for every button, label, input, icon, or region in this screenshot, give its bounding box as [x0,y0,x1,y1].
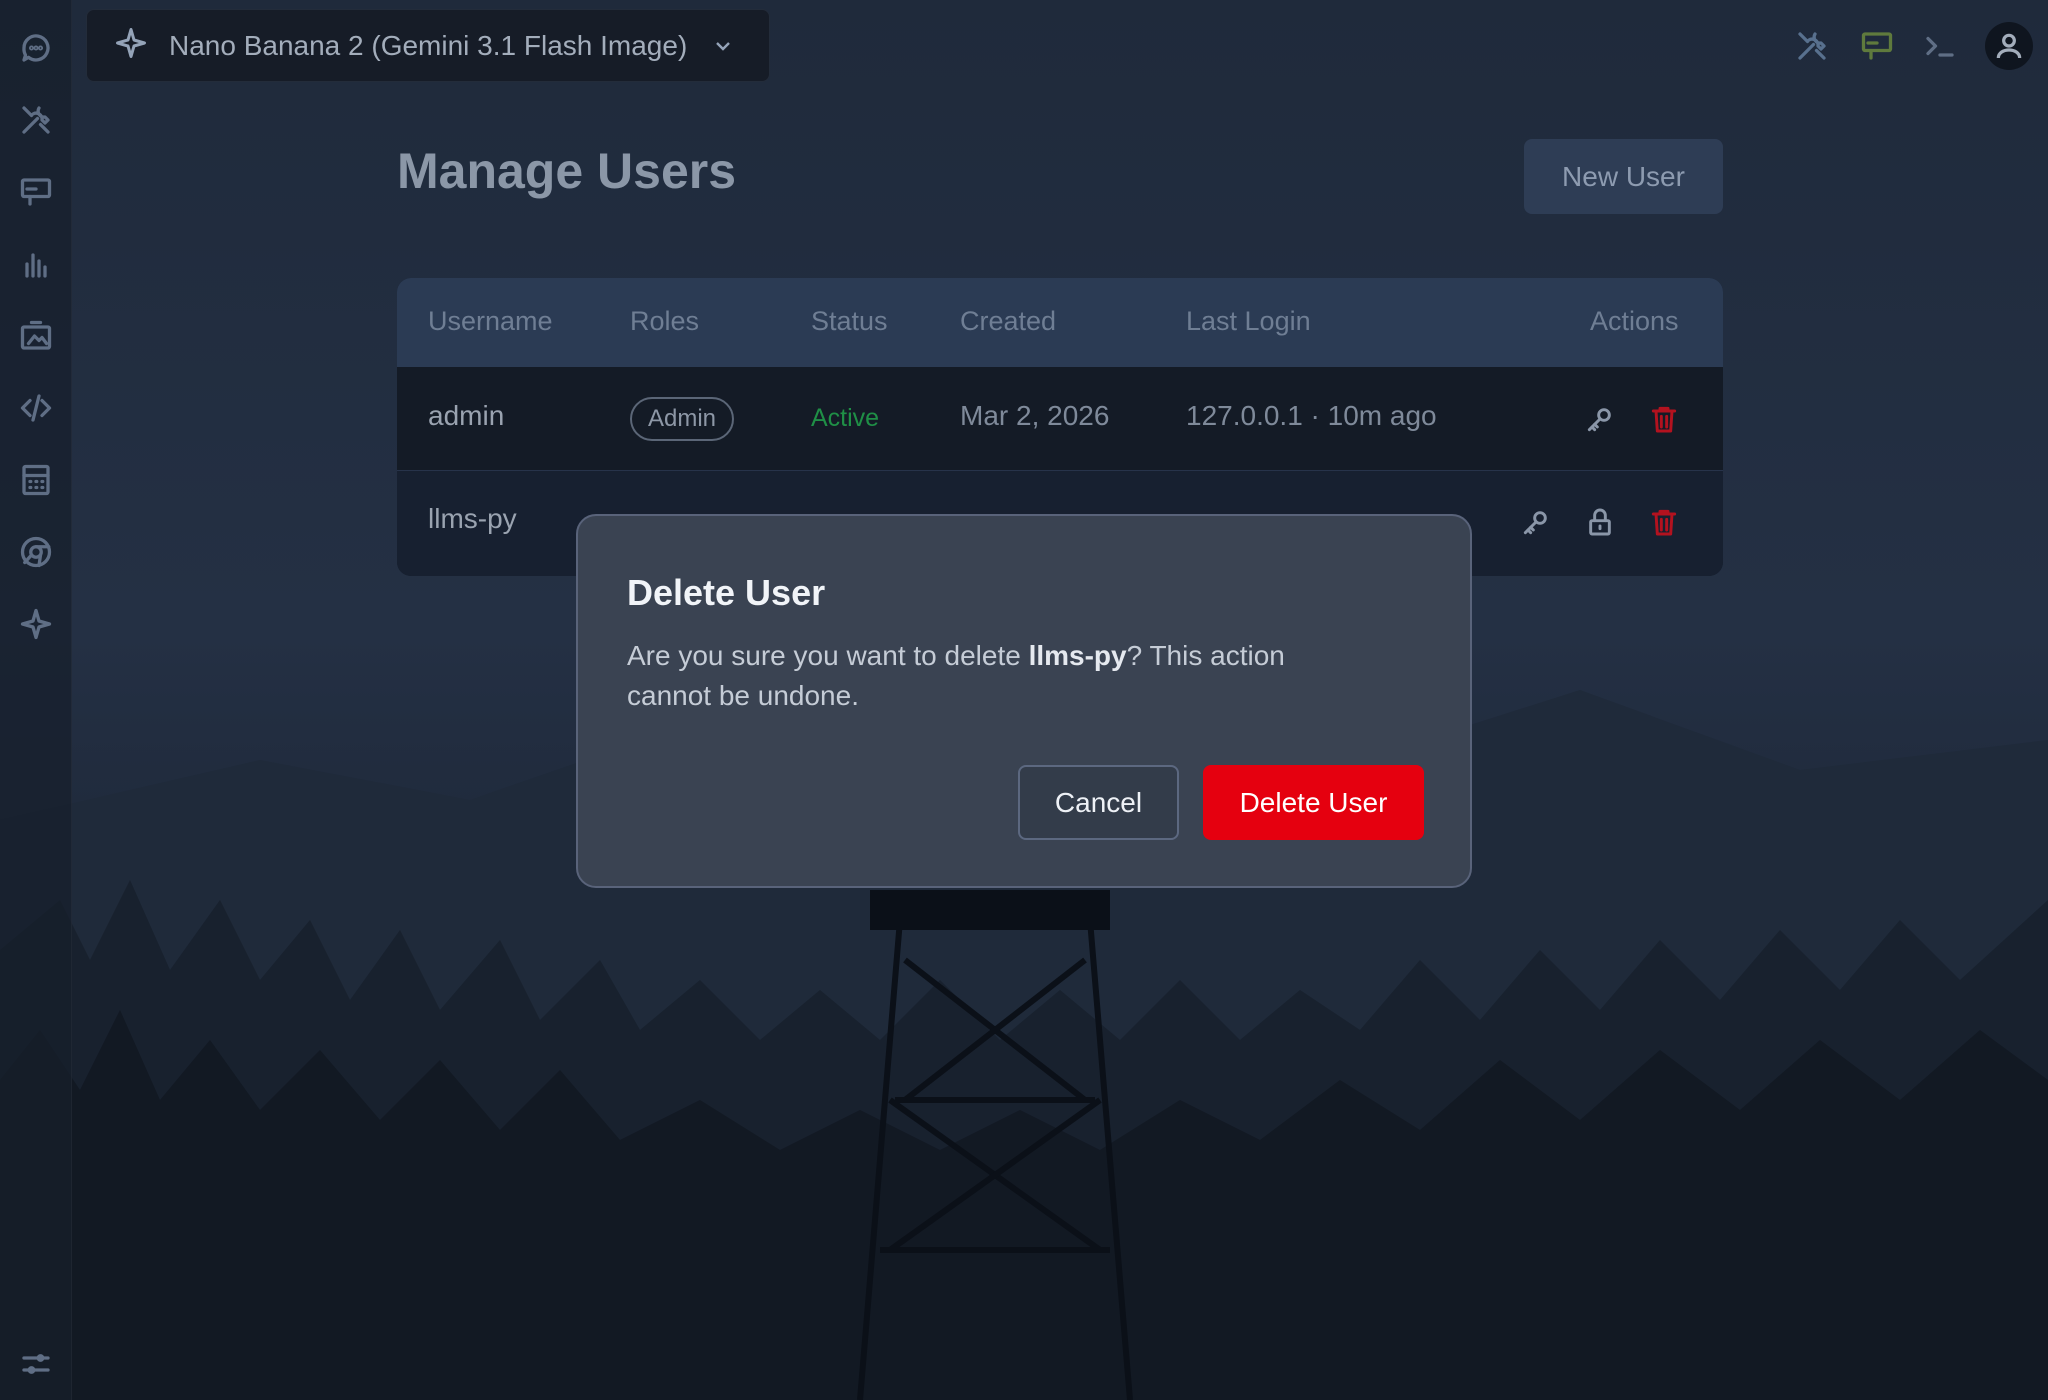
role-badge: Admin [630,397,735,441]
trash-icon[interactable] [1644,502,1684,542]
column-header-last-login: Last Login [1186,306,1311,336]
model-selector-label: Nano Banana 2 (Gemini 3.1 Flash Image) [169,29,688,61]
username-cell: admin [428,400,505,431]
dialog-message-username: llms-py [1028,640,1127,671]
user-avatar-icon[interactable] [1985,22,2033,70]
cancel-button[interactable]: Cancel [1018,765,1179,840]
sidebar [0,0,72,1400]
model-selector[interactable]: Nano Banana 2 (Gemini 3.1 Flash Image) [86,9,770,82]
column-header-status: Status [811,306,888,336]
column-header-roles: Roles [630,306,700,336]
tools-icon[interactable] [1790,24,1834,68]
delete-user-button[interactable]: Delete User [1203,765,1424,840]
column-header-created: Created [960,306,1057,336]
delete-user-dialog: Delete User Are you sure you want to del… [576,514,1472,888]
status-badge: Active [811,404,880,432]
chevron-down-icon [687,28,735,63]
key-icon[interactable] [1580,399,1620,439]
dialog-message: Are you sure you want to delete llms-py?… [627,636,1367,716]
sparkle-icon [113,25,149,66]
column-header-actions: Actions [1590,306,1679,336]
new-user-button[interactable]: New User [1524,139,1723,214]
trash-icon[interactable] [1644,399,1684,439]
dialog-title: Delete User [627,572,826,613]
column-header-username: Username [428,306,553,336]
tools-icon[interactable] [16,100,56,140]
sliders-icon[interactable] [16,1344,56,1384]
code-icon[interactable] [16,388,56,428]
table-row: admin Admin Active Mar 2, 2026 127.0.0.1… [397,367,1723,471]
terminal-icon[interactable] [1918,24,1962,68]
chrome-icon[interactable] [16,532,56,572]
dialog-message-prefix: Are you sure you want to delete [627,640,1029,671]
presentation-icon[interactable] [1855,24,1899,68]
page-title: Manage Users [397,143,737,199]
presentation-icon[interactable] [16,172,56,212]
table-header: Username Roles Status Created Last Login… [397,278,1723,367]
username-cell: llms-py [428,503,517,534]
created-cell: Mar 2, 2026 [960,400,1110,431]
last-login-cell: 127.0.0.1 · 10m ago [1186,400,1437,431]
key-icon[interactable] [1516,502,1556,542]
gallery-icon[interactable] [16,316,56,356]
lock-icon[interactable] [1580,502,1620,542]
analytics-icon[interactable] [16,244,56,284]
calculator-icon[interactable] [16,460,56,500]
sparkle-icon[interactable] [16,604,56,644]
chat-icon[interactable] [16,28,56,68]
